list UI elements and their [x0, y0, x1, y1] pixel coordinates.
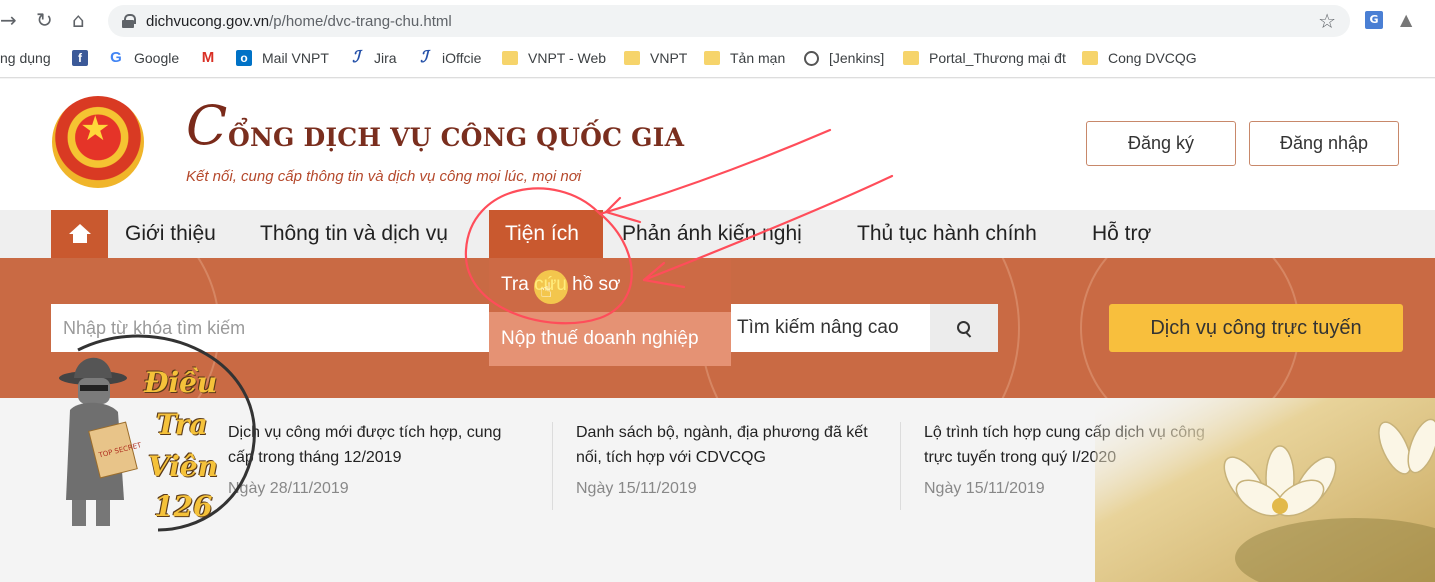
star-icon: ★ — [80, 109, 111, 149]
bookmark-mail-vnpt[interactable]: o Mail VNPT — [236, 50, 329, 66]
bookmark-star-icon[interactable]: ☆ — [1318, 9, 1336, 33]
bookmark-label: iOffcie — [442, 50, 482, 66]
gmail-icon: M — [201, 49, 215, 66]
bookmark-ioffice[interactable]: ℐiOffcie — [416, 49, 482, 67]
watermark-line: Viên — [148, 450, 219, 483]
bookmark-cong-dvcqg[interactable]: Cong DVCQG — [1082, 50, 1197, 66]
logo-letter[interactable]: C — [186, 99, 227, 153]
tien-ich-dropdown: Tra cứu hồ sơ Nộp thuế doanh nghiệp — [489, 258, 731, 366]
bookmark-vnpt[interactable]: VNPT — [624, 50, 687, 66]
browser-toolbar: → ↻ ⌂ dichvucong.gov.vn/p/home/dvc-trang… — [0, 0, 1435, 40]
translate-extension-icon[interactable]: G — [1365, 11, 1383, 29]
news-divider — [552, 422, 553, 510]
ioffice-icon: ℐ — [420, 49, 428, 66]
channel-watermark: TOP SECRET Điều Tra Viên 126 — [48, 330, 268, 560]
home-icon[interactable]: ⌂ — [72, 8, 85, 32]
bookmarks-bar: ng dụng f G Google M o Mail VNPT ℐ Jira ℐiO… — [0, 40, 1435, 78]
news-item[interactable]: Danh sách bộ, ngành, địa phương đã kết n… — [576, 420, 876, 498]
folder-icon — [624, 51, 640, 65]
login-button[interactable]: Đăng nhập — [1249, 121, 1399, 166]
bookmark-portal[interactable]: Portal_Thương mại đt — [903, 50, 1066, 66]
bookmark-facebook[interactable]: f — [72, 50, 98, 66]
dropdown-item-tra-cuu-ho-so[interactable]: Tra cứu hồ sơ — [489, 258, 731, 312]
nav-phan-anh-kien-nghi[interactable]: Phản ánh kiến nghị — [622, 222, 802, 246]
bookmark-label: [Jenkins] — [829, 50, 885, 66]
bookmark-google[interactable]: G Google — [108, 49, 180, 67]
search-icon — [957, 321, 971, 335]
bookmark-vnpt-web[interactable]: VNPT - Web — [502, 50, 606, 66]
folder-icon — [1082, 51, 1098, 65]
lock-icon — [122, 14, 136, 28]
site-slogan: Kết nối, cung cấp thông tin và dịch vụ c… — [186, 168, 582, 185]
bookmark-apps[interactable]: ng dụng — [0, 50, 51, 66]
bookmark-label: Google — [134, 50, 180, 66]
nav-tien-ich[interactable]: Tiện ích — [505, 222, 579, 246]
nav-gioi-thieu[interactable]: Giới thiệu — [125, 222, 216, 246]
nav-thu-tuc-hanh-chinh[interactable]: Thủ tục hành chính — [857, 222, 1037, 246]
register-button[interactable]: Đăng ký — [1086, 121, 1236, 166]
bookmark-label: Mail VNPT — [262, 50, 329, 66]
url-text: dichvucong.gov.vn/p/home/dvc-trang-chu.h… — [146, 13, 452, 30]
bookmark-label: ng dụng — [0, 50, 51, 66]
advanced-search-link[interactable]: Tìm kiếm nâng cao — [730, 304, 930, 352]
watermark-line: 126 — [154, 490, 213, 523]
nav-thong-tin-dich-vu[interactable]: Thông tin và dịch vụ — [260, 222, 448, 246]
news-item[interactable]: Dịch vụ công mới được tích hợp, cung cấp… — [228, 420, 528, 498]
bookmark-jira[interactable]: ℐ Jira — [348, 49, 397, 67]
outlook-icon: o — [236, 50, 252, 66]
search-button[interactable] — [930, 304, 998, 352]
bookmark-gmail[interactable]: M — [200, 50, 226, 66]
detective-icon: TOP SECRET — [59, 334, 256, 532]
bookmark-jenkins[interactable]: [Jenkins] — [804, 50, 884, 66]
forward-arrow-icon[interactable]: → — [0, 8, 17, 32]
bookmark-tan-man[interactable]: Tản mạn — [704, 50, 785, 66]
news-divider — [900, 422, 901, 510]
hand-pointer-icon: ☝ — [540, 278, 553, 302]
news-title[interactable]: Danh sách bộ, ngành, địa phương đã kết n… — [576, 420, 876, 470]
online-service-button[interactable]: Dịch vụ công trực tuyến — [1109, 304, 1403, 352]
news-date: Ngày 28/11/2019 — [228, 480, 349, 497]
watermark-line: Tra — [156, 408, 208, 441]
site-title[interactable]: ỔNG DỊCH VỤ CÔNG QUỐC GIA — [228, 123, 684, 152]
main-nav: Giới thiệu Thông tin và dịch vụ Tiện ích… — [0, 210, 1435, 258]
bookmark-label: Jira — [374, 50, 397, 66]
url-host: dichvucong.gov.vn — [146, 12, 270, 30]
dropdown-item-nop-thue[interactable]: Nộp thuế doanh nghiệp — [489, 312, 731, 366]
bookmark-label: VNPT - Web — [528, 50, 607, 66]
home-icon — [68, 224, 91, 244]
bookmark-label: VNPT — [650, 50, 688, 66]
facebook-icon: f — [72, 50, 88, 66]
google-icon: G — [110, 49, 122, 66]
bookmark-label: Cong DVCQG — [1108, 50, 1197, 66]
lotus-decoration — [1095, 398, 1435, 582]
national-emblem-logo[interactable]: ★ — [52, 96, 144, 188]
drive-extension-icon[interactable]: ▲ — [1400, 11, 1420, 29]
bookmark-label: Tản mạn — [730, 50, 786, 66]
folder-icon — [502, 51, 518, 65]
url-path: /p/home/dvc-trang-chu.html — [269, 12, 452, 30]
nav-ho-tro[interactable]: Hỗ trợ — [1092, 222, 1151, 246]
bookmark-label: Portal_Thương mại đt — [929, 50, 1066, 66]
address-bar[interactable]: dichvucong.gov.vn/p/home/dvc-trang-chu.h… — [108, 5, 1350, 37]
globe-icon — [804, 50, 819, 66]
folder-icon — [903, 51, 919, 65]
jira-icon: ℐ — [352, 49, 360, 66]
news-date: Ngày 15/11/2019 — [576, 480, 697, 497]
site-header: ★ C ỔNG DỊCH VỤ CÔNG QUỐC GIA Kết nối, c… — [0, 79, 1435, 210]
nav-home[interactable] — [51, 210, 108, 258]
news-title[interactable]: Dịch vụ công mới được tích hợp, cung cấp… — [228, 420, 528, 470]
watermark-line: Điều — [144, 366, 218, 399]
folder-icon — [704, 51, 720, 65]
reload-icon[interactable]: ↻ — [36, 8, 53, 32]
